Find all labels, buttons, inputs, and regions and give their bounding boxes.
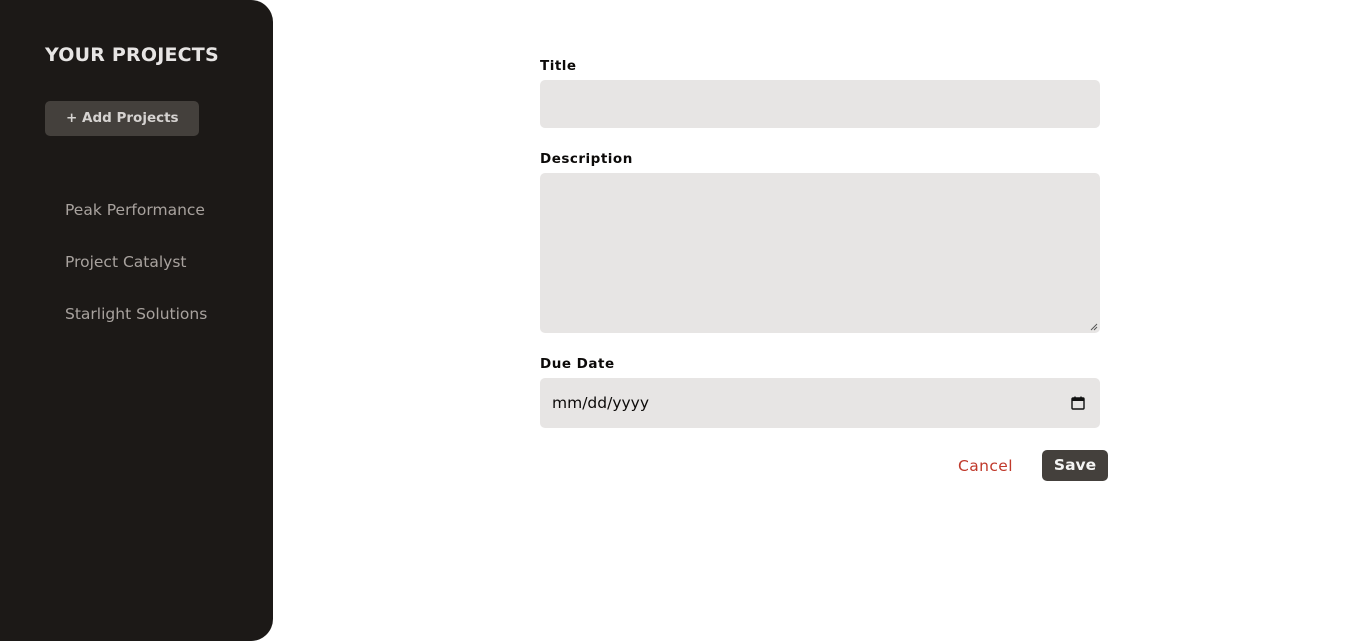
description-label: Description bbox=[540, 151, 633, 167]
form-actions: Cancel Save bbox=[958, 450, 1109, 481]
project-item-project-catalyst[interactable]: Project Catalyst bbox=[45, 246, 273, 278]
cancel-button[interactable]: Cancel bbox=[958, 457, 1013, 475]
title-input[interactable] bbox=[540, 80, 1100, 128]
save-button[interactable]: Save bbox=[1041, 450, 1109, 481]
sidebar: YOUR PROJECTS + Add Projects Peak Perfor… bbox=[0, 0, 273, 641]
due-date-input[interactable]: mm/dd/yyyy bbox=[540, 378, 1100, 428]
due-date-label: Due Date bbox=[540, 356, 615, 372]
title-label: Title bbox=[540, 58, 577, 74]
resize-handle-icon[interactable] bbox=[1090, 323, 1098, 331]
sidebar-title: YOUR PROJECTS bbox=[45, 44, 219, 66]
new-project-form: Title Description Due Date mm/dd/yyyy Ca… bbox=[540, 57, 1109, 481]
calendar-icon[interactable] bbox=[1071, 396, 1085, 410]
description-textarea[interactable] bbox=[540, 173, 1100, 333]
add-project-button[interactable]: + Add Projects bbox=[45, 101, 199, 136]
app: YOUR PROJECTS + Add Projects Peak Perfor… bbox=[0, 0, 1366, 641]
project-list: Peak Performance Project Catalyst Starli… bbox=[45, 194, 273, 330]
due-date-placeholder: mm/dd/yyyy bbox=[552, 394, 650, 412]
project-item-peak-performance[interactable]: Peak Performance bbox=[45, 194, 273, 226]
project-item-starlight-solutions[interactable]: Starlight Solutions bbox=[45, 298, 273, 330]
